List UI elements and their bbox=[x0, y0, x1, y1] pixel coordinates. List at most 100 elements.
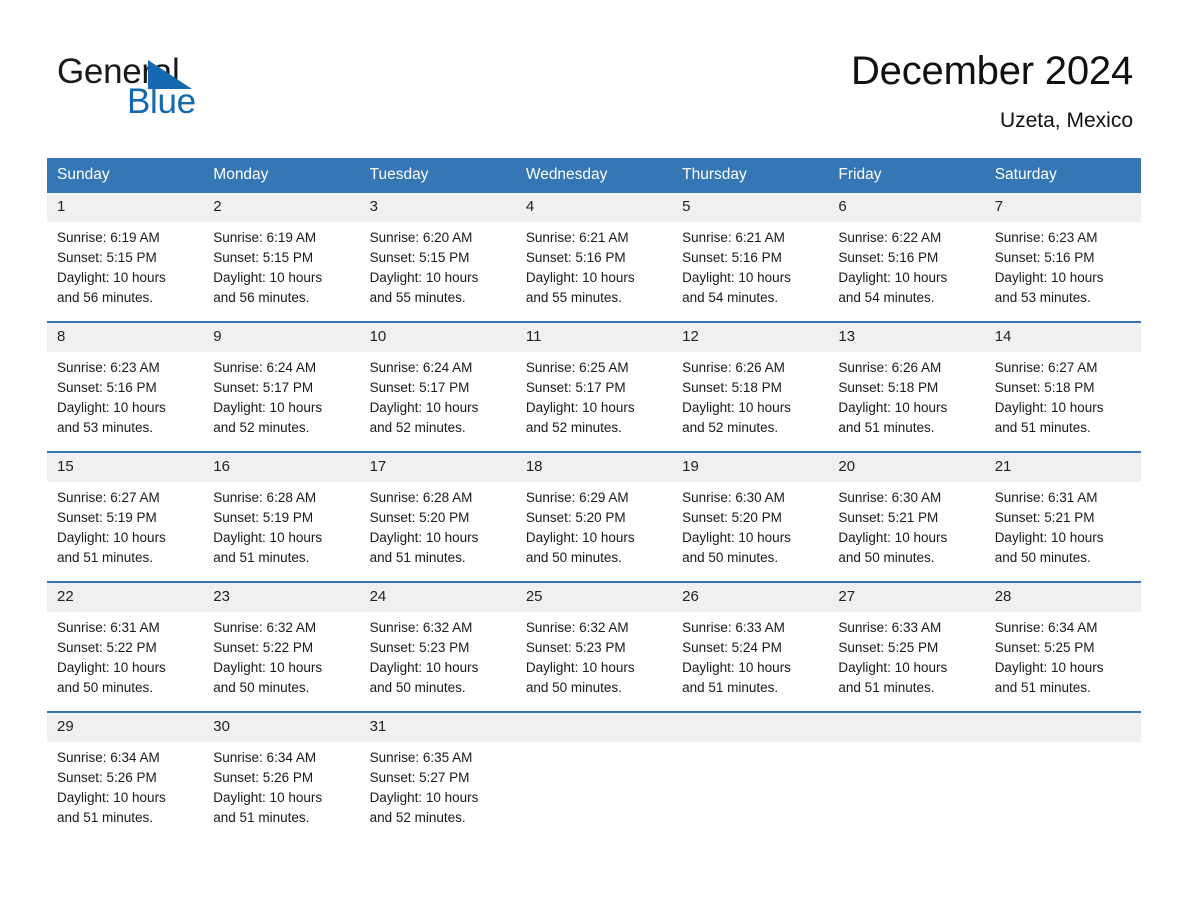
sunrise-text: Sunrise: 6:26 AM bbox=[838, 360, 942, 375]
logo-text-blue: Blue bbox=[127, 82, 196, 121]
day-cell[interactable]: 28 Sunrise: 6:34 AM Sunset: 5:25 PM Dayl… bbox=[984, 581, 1141, 712]
week-row: 22 Sunrise: 6:31 AM Sunset: 5:22 PM Dayl… bbox=[47, 581, 1141, 712]
daylight-text-line1: Daylight: 10 hours bbox=[57, 660, 166, 675]
day-number: 17 bbox=[359, 453, 516, 482]
sunrise-text: Sunrise: 6:35 AM bbox=[369, 750, 473, 765]
daylight-text-line1: Daylight: 10 hours bbox=[525, 660, 635, 675]
daylight-text-line1: Daylight: 10 hours bbox=[213, 270, 323, 285]
weekday-header-friday: Friday bbox=[828, 158, 985, 193]
day-cell[interactable]: 2 Sunrise: 6:19 AM Sunset: 5:15 PM Dayli… bbox=[203, 193, 360, 322]
day-cell[interactable]: 25 Sunrise: 6:32 AM Sunset: 5:23 PM Dayl… bbox=[515, 581, 673, 712]
day-number: 29 bbox=[47, 713, 204, 742]
sunrise-text: Sunrise: 6:29 AM bbox=[525, 490, 629, 505]
calendar-grid: Sunday Monday Tuesday Wednesday Thursday… bbox=[47, 158, 1141, 841]
day-number: 30 bbox=[203, 713, 360, 742]
daylight-text-line1: Daylight: 10 hours bbox=[525, 270, 635, 285]
day-info: Sunrise: 6:33 AM Sunset: 5:25 PM Dayligh… bbox=[828, 612, 984, 698]
day-number: 21 bbox=[984, 453, 1141, 482]
weekday-header-saturday: Saturday bbox=[984, 158, 1141, 193]
sunset-text: Sunset: 5:15 PM bbox=[57, 250, 157, 265]
sunrise-text: Sunrise: 6:25 AM bbox=[525, 360, 629, 375]
day-cell[interactable]: 29 Sunrise: 6:34 AM Sunset: 5:26 PM Dayl… bbox=[47, 711, 204, 841]
sunrise-text: Sunrise: 6:24 AM bbox=[213, 360, 317, 375]
sunrise-text: Sunrise: 6:30 AM bbox=[838, 490, 942, 505]
day-cell[interactable]: 19 Sunrise: 6:30 AM Sunset: 5:20 PM Dayl… bbox=[672, 451, 829, 582]
day-cell[interactable]: 9 Sunrise: 6:24 AM Sunset: 5:17 PM Dayli… bbox=[203, 321, 360, 452]
daylight-text-line1: Daylight: 10 hours bbox=[213, 530, 323, 545]
day-cell[interactable]: 11 Sunrise: 6:25 AM Sunset: 5:17 PM Dayl… bbox=[515, 321, 673, 452]
sunrise-text: Sunrise: 6:33 AM bbox=[682, 620, 785, 635]
weekday-header-thursday: Thursday bbox=[672, 158, 829, 193]
day-number bbox=[672, 713, 829, 742]
sunset-text: Sunset: 5:23 PM bbox=[369, 640, 470, 655]
sunrise-text: Sunrise: 6:30 AM bbox=[682, 490, 785, 505]
day-cell[interactable]: 3 Sunrise: 6:20 AM Sunset: 5:15 PM Dayli… bbox=[359, 193, 516, 322]
day-cell[interactable]: 21 Sunrise: 6:31 AM Sunset: 5:21 PM Dayl… bbox=[984, 451, 1141, 582]
day-cell[interactable]: 1 Sunrise: 6:19 AM Sunset: 5:15 PM Dayli… bbox=[47, 193, 204, 322]
daylight-text-line2: and 51 minutes. bbox=[838, 680, 935, 695]
sunrise-text: Sunrise: 6:27 AM bbox=[994, 360, 1098, 375]
day-cell[interactable]: 13 Sunrise: 6:26 AM Sunset: 5:18 PM Dayl… bbox=[828, 321, 985, 452]
day-info: Sunrise: 6:34 AM Sunset: 5:26 PM Dayligh… bbox=[203, 742, 359, 828]
day-cell[interactable]: 4 Sunrise: 6:21 AM Sunset: 5:16 PM Dayli… bbox=[515, 193, 673, 322]
calendar-body: 1 Sunrise: 6:19 AM Sunset: 5:15 PM Dayli… bbox=[47, 193, 1141, 841]
day-number bbox=[984, 713, 1141, 742]
day-cell[interactable]: 20 Sunrise: 6:30 AM Sunset: 5:21 PM Dayl… bbox=[828, 451, 985, 582]
day-cell[interactable]: 16 Sunrise: 6:28 AM Sunset: 5:19 PM Dayl… bbox=[203, 451, 360, 582]
day-number: 31 bbox=[359, 713, 516, 742]
daylight-text-line1: Daylight: 10 hours bbox=[57, 400, 166, 415]
day-info: Sunrise: 6:32 AM Sunset: 5:23 PM Dayligh… bbox=[360, 612, 516, 698]
day-cell[interactable]: 17 Sunrise: 6:28 AM Sunset: 5:20 PM Dayl… bbox=[359, 451, 516, 582]
day-number: 22 bbox=[47, 583, 204, 612]
sunset-text: Sunset: 5:23 PM bbox=[525, 640, 626, 655]
day-number: 19 bbox=[672, 453, 829, 482]
day-number: 1 bbox=[47, 193, 204, 222]
day-cell[interactable]: 26 Sunrise: 6:33 AM Sunset: 5:24 PM Dayl… bbox=[672, 581, 829, 712]
day-cell[interactable]: 23 Sunrise: 6:32 AM Sunset: 5:22 PM Dayl… bbox=[203, 581, 360, 712]
day-cell[interactable]: 10 Sunrise: 6:24 AM Sunset: 5:17 PM Dayl… bbox=[359, 321, 516, 452]
day-number: 4 bbox=[515, 193, 673, 222]
day-cell[interactable]: 12 Sunrise: 6:26 AM Sunset: 5:18 PM Dayl… bbox=[672, 321, 829, 452]
sunset-text: Sunset: 5:16 PM bbox=[525, 250, 626, 265]
sunrise-text: Sunrise: 6:19 AM bbox=[57, 230, 160, 245]
day-cell[interactable]: 7 Sunrise: 6:23 AM Sunset: 5:16 PM Dayli… bbox=[984, 193, 1141, 322]
day-cell[interactable]: 6 Sunrise: 6:22 AM Sunset: 5:16 PM Dayli… bbox=[828, 193, 985, 322]
daylight-text-line2: and 52 minutes. bbox=[369, 810, 466, 825]
day-cell[interactable]: 14 Sunrise: 6:27 AM Sunset: 5:18 PM Dayl… bbox=[984, 321, 1141, 452]
day-cell[interactable]: 15 Sunrise: 6:27 AM Sunset: 5:19 PM Dayl… bbox=[47, 451, 204, 582]
sunrise-text: Sunrise: 6:22 AM bbox=[838, 230, 942, 245]
day-cell[interactable]: 24 Sunrise: 6:32 AM Sunset: 5:23 PM Dayl… bbox=[359, 581, 516, 712]
sunset-text: Sunset: 5:27 PM bbox=[369, 770, 470, 785]
sunrise-text: Sunrise: 6:23 AM bbox=[57, 360, 160, 375]
day-info: Sunrise: 6:33 AM Sunset: 5:24 PM Dayligh… bbox=[672, 612, 828, 698]
day-cell[interactable]: 18 Sunrise: 6:29 AM Sunset: 5:20 PM Dayl… bbox=[515, 451, 673, 582]
day-info: Sunrise: 6:26 AM Sunset: 5:18 PM Dayligh… bbox=[672, 352, 828, 438]
day-cell[interactable]: 5 Sunrise: 6:21 AM Sunset: 5:16 PM Dayli… bbox=[672, 193, 829, 322]
day-number: 23 bbox=[203, 583, 360, 612]
page-subtitle-location: Uzeta, Mexico bbox=[999, 109, 1133, 132]
sunset-text: Sunset: 5:25 PM bbox=[838, 640, 939, 655]
day-cell[interactable]: 30 Sunrise: 6:34 AM Sunset: 5:26 PM Dayl… bbox=[203, 711, 360, 841]
day-cell[interactable]: 31 Sunrise: 6:35 AM Sunset: 5:27 PM Dayl… bbox=[359, 711, 516, 841]
day-cell[interactable]: 27 Sunrise: 6:33 AM Sunset: 5:25 PM Dayl… bbox=[828, 581, 985, 712]
daylight-text-line2: and 55 minutes. bbox=[369, 290, 466, 305]
day-number bbox=[828, 713, 985, 742]
day-cell[interactable]: 8 Sunrise: 6:23 AM Sunset: 5:16 PM Dayli… bbox=[47, 321, 204, 452]
day-cell[interactable]: 22 Sunrise: 6:31 AM Sunset: 5:22 PM Dayl… bbox=[47, 581, 204, 712]
day-number: 13 bbox=[828, 323, 985, 352]
sunrise-text: Sunrise: 6:27 AM bbox=[57, 490, 160, 505]
day-number: 2 bbox=[203, 193, 360, 222]
sunset-text: Sunset: 5:25 PM bbox=[994, 640, 1095, 655]
weekday-header-wednesday: Wednesday bbox=[515, 158, 673, 193]
daylight-text-line1: Daylight: 10 hours bbox=[994, 530, 1104, 545]
daylight-text-line1: Daylight: 10 hours bbox=[213, 660, 323, 675]
daylight-text-line2: and 51 minutes. bbox=[994, 420, 1091, 435]
daylight-text-line2: and 56 minutes. bbox=[213, 290, 310, 305]
day-number: 26 bbox=[672, 583, 829, 612]
daylight-text-line2: and 51 minutes. bbox=[213, 810, 310, 825]
generalblue-logo[interactable]: General Blue bbox=[57, 52, 307, 124]
daylight-text-line1: Daylight: 10 hours bbox=[57, 530, 166, 545]
daylight-text-line1: Daylight: 10 hours bbox=[525, 400, 635, 415]
sunrise-text: Sunrise: 6:32 AM bbox=[525, 620, 629, 635]
page-title: December 2024 bbox=[850, 49, 1133, 93]
